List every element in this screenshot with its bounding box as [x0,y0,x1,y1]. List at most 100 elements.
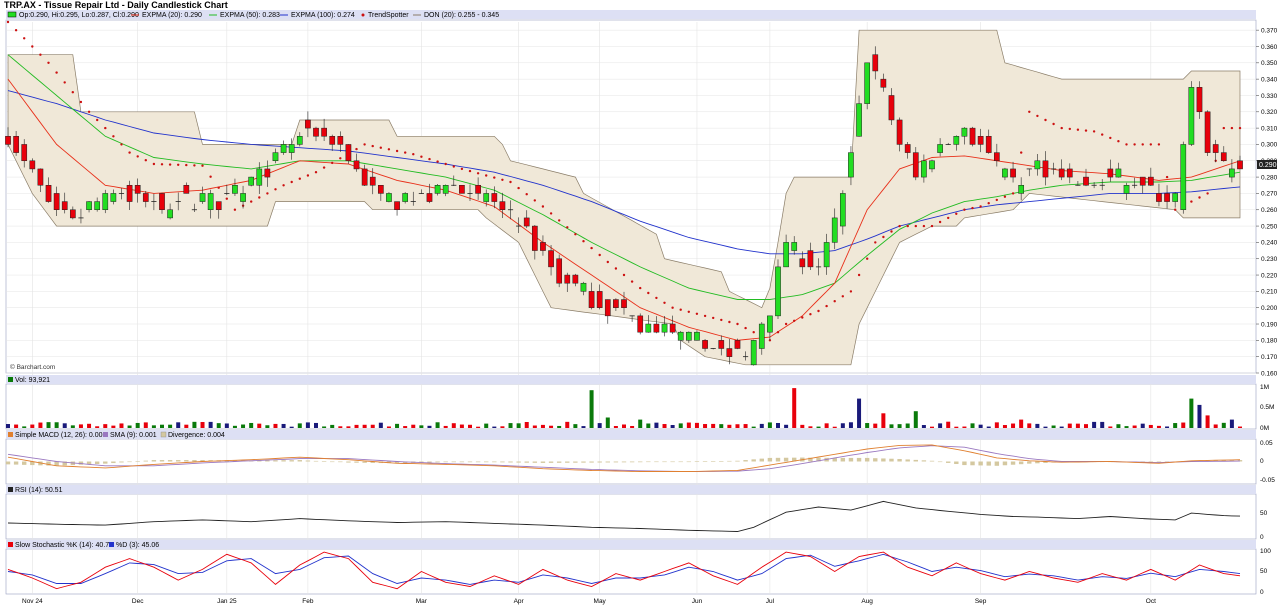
volume-bar [573,424,578,428]
trendspotter-dot [476,172,480,175]
trendspotter-dot [274,188,277,191]
candle-down [337,136,344,145]
trendspotter-dot [193,164,196,167]
trendspotter-dot [306,174,310,177]
candle-down [1066,168,1073,178]
macd-divergence-bar [678,461,683,463]
trendspotter-dot [703,314,707,318]
volume-bar [176,422,181,428]
x-tick-label: Feb [302,598,314,605]
trendspotter-dot [412,153,415,156]
volume-bar [1156,425,1161,428]
trendspotter-dot [874,241,877,244]
y-tick-label: 0.230 [1261,256,1278,263]
macd-divergence-bar [751,459,756,462]
trendspotter-dot [1020,151,1023,154]
candle-up [248,176,255,186]
volume-bar [1084,424,1088,428]
volume-bar [395,423,400,428]
volume-bar [1116,424,1121,428]
x-tick-label: Apr [514,598,525,605]
trendspotter-dot [485,174,488,177]
candle-down [604,299,611,317]
candle-down [369,176,376,186]
candle-down [329,136,336,145]
rsi-tick-0: 0 [1260,534,1264,541]
candle-up [856,103,862,137]
legend-don: DON (20): 0.255 - 0.345 [424,12,499,19]
macd-sma-label: SMA (9): 0.001 [110,432,157,439]
volume-bar [897,424,902,428]
volume-bar [986,426,991,428]
trendspotter-dot [947,216,950,220]
trendspotter-dot [566,226,569,229]
candle-down [426,193,433,202]
stock-chart: Nov 24 Dec Jan 25 Feb Mar Apr May Jun Jul Aug Sep O… [4,0,1278,605]
trendspotter-dot [1011,192,1015,195]
candle-up [929,160,935,170]
candle-down [215,201,222,210]
macd-divergence-bar [881,458,886,462]
trendspotter-dot [266,192,269,195]
candle-up [199,193,206,202]
macd-divergence-bar [184,460,189,462]
macd-tick-top: 0.05 [1260,440,1273,447]
candle-down [1139,176,1146,186]
trendspotter-dot [784,322,788,326]
volume-bar [1035,423,1040,428]
volume-bar [962,426,967,428]
volume-bar [946,421,951,428]
x-tick-label: Dec [132,598,144,605]
y-tick-label: 0.240 [1261,240,1278,247]
volume-label: Vol: 93,921 [15,377,50,384]
candle-down [491,193,498,202]
volume-tick-0m: 0M [1260,425,1269,432]
trendspotter-dot [1068,127,1072,131]
macd-divergence-bar [435,461,440,463]
candle-down [726,348,733,357]
x-tick-label: Mar [416,598,428,605]
volume-bar [694,422,699,428]
macd-divergence-bar [289,460,294,462]
volume-bar [719,424,724,428]
volume-bar [95,426,100,428]
macd-divergence-bar [889,458,894,462]
macd-divergence-bar [22,461,27,465]
trendspotter-dot [233,208,237,211]
candle-down [126,185,133,202]
macd-divergence-bar [524,461,529,463]
trendspotter-dot [630,280,634,283]
candle-up [758,323,765,349]
candle-up [240,193,246,202]
trendspotter-dot [695,312,699,315]
legend-trendspotter: TrendSpotter [368,12,409,19]
macd-divergence-bar [159,460,165,462]
trendspotter-dot [217,186,220,189]
candle-up [831,217,838,243]
trendspotter-dot [1117,140,1120,143]
trendspotter-dot [1238,126,1242,130]
volume-bar [1221,422,1226,428]
volume-header [6,375,1256,384]
trendspotter-dot [833,300,836,303]
y-tick-label: 0.360 [1261,44,1278,51]
volume-bar [1165,426,1170,428]
candle-down [556,258,563,284]
y-tick-label: 0.320 [1261,109,1278,116]
stoch-tick-0: 0 [1260,589,1264,596]
trendspotter-dot [890,230,893,233]
volume-bar [476,426,481,428]
candle-down [540,242,546,251]
trendspotter-dot [622,273,626,277]
trendspotter-dot [590,246,593,250]
trendspotter-dot [841,295,844,298]
volume-bar [354,424,359,428]
trendspotter-dot [355,147,358,151]
trendspotter-dot [728,320,731,324]
trendspotter-dot [152,162,156,166]
macd-divergence-bar [581,461,586,463]
volume-bar [1067,423,1072,428]
volume-bar [346,426,351,428]
candle-up [645,323,652,333]
candle-down [5,136,11,145]
